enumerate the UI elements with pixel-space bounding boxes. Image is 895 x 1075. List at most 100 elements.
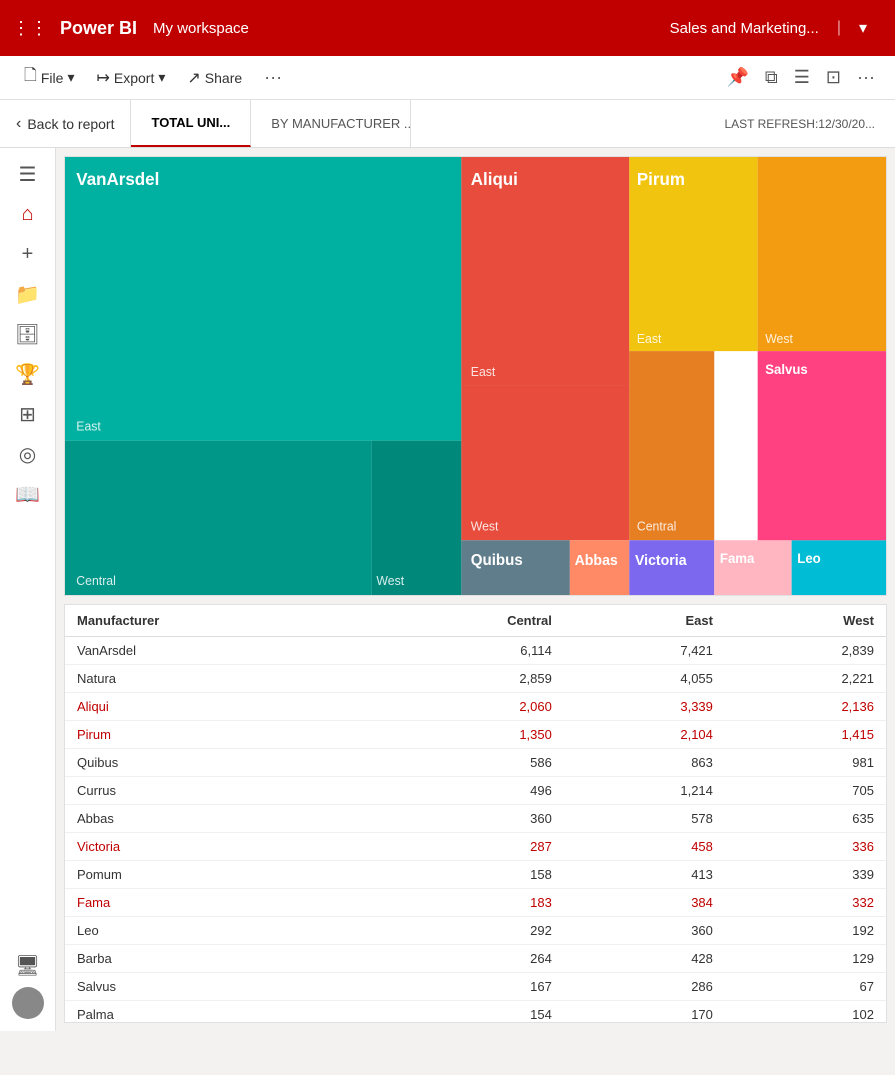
sidebar-hamburger-icon[interactable]: ☰ <box>10 156 46 192</box>
cell-east: 458 <box>564 833 725 861</box>
svg-text:Quibus: Quibus <box>471 552 523 569</box>
sidebar-apps-icon[interactable]: ⊞ <box>10 396 46 432</box>
table-row[interactable]: Pirum 1,350 2,104 1,415 <box>65 721 886 749</box>
sidebar-goals-icon[interactable]: 🏆 <box>10 356 46 392</box>
table-row[interactable]: Quibus 586 863 981 <box>65 749 886 777</box>
share-button[interactable]: ↗ Share <box>179 64 250 92</box>
svg-text:Salvus: Salvus <box>765 362 808 377</box>
tile-vanarsdel-central[interactable] <box>65 441 372 595</box>
title-chevron-icon[interactable]: ▾ <box>859 18 867 38</box>
cell-west: 2,221 <box>725 665 886 693</box>
cell-east: 360 <box>564 917 725 945</box>
svg-text:Leo: Leo <box>797 551 820 566</box>
cell-east: 1,214 <box>564 777 725 805</box>
tile-salvus[interactable] <box>758 351 886 540</box>
cell-name: VanArsdel <box>65 637 368 665</box>
tab-by-manufacturer[interactable]: BY MANUFACTURER ... <box>251 100 411 147</box>
svg-text:Fama: Fama <box>720 551 755 566</box>
cell-name: Aliqui <box>65 693 368 721</box>
table-row[interactable]: Abbas 360 578 635 <box>65 805 886 833</box>
cell-name: Fama <box>65 889 368 917</box>
sidebar-data-icon[interactable]: 🗄 <box>10 316 46 352</box>
svg-text:Pirum: Pirum <box>637 168 685 189</box>
file-chevron-icon: ▾ <box>67 69 74 86</box>
sidebar-browse-icon[interactable]: 📁 <box>10 276 46 312</box>
cell-west: 2,839 <box>725 637 886 665</box>
col-header-east: East <box>564 605 725 637</box>
cell-central: 287 <box>368 833 564 861</box>
table-row[interactable]: Fama 183 384 332 <box>65 889 886 917</box>
cell-name: Currus <box>65 777 368 805</box>
tile-pirum-west[interactable] <box>758 157 886 351</box>
toolbar-more-icon[interactable]: ··· <box>853 63 879 92</box>
table-row[interactable]: Pomum 158 413 339 <box>65 861 886 889</box>
tile-vanarsdel-east[interactable] <box>65 157 461 441</box>
sidebar-monitor-icon[interactable]: 🖥 <box>10 947 46 983</box>
tab-total-uni[interactable]: TOTAL UNI... <box>131 100 251 147</box>
filter-icon[interactable]: ☰ <box>790 63 814 92</box>
cell-name: Pomum <box>65 861 368 889</box>
cell-west: 1,415 <box>725 721 886 749</box>
svg-text:Abbas: Abbas <box>575 553 618 569</box>
sidebar-explore-icon[interactable]: ◎ <box>10 436 46 472</box>
back-to-report-button[interactable]: ‹ Back to report <box>0 100 131 147</box>
table-row[interactable]: Victoria 287 458 336 <box>65 833 886 861</box>
svg-text:East: East <box>76 419 101 433</box>
grid-icon[interactable]: ⋮⋮ <box>12 18 48 39</box>
tile-pirum-central[interactable] <box>629 351 714 540</box>
cell-central: 292 <box>368 917 564 945</box>
cell-west: 332 <box>725 889 886 917</box>
cell-central: 167 <box>368 973 564 1001</box>
more-options-button[interactable]: ··· <box>256 63 290 92</box>
workspace-label[interactable]: My workspace <box>153 20 249 37</box>
tile-vanarsdel-west[interactable] <box>372 441 462 595</box>
table-row[interactable]: Barba 264 428 129 <box>65 945 886 973</box>
cell-east: 578 <box>564 805 725 833</box>
tile-fama[interactable] <box>714 540 791 595</box>
table-row[interactable]: Palma 154 170 102 <box>65 1001 886 1024</box>
table-row[interactable]: Salvus 167 286 67 <box>65 973 886 1001</box>
table-row[interactable]: Currus 496 1,214 705 <box>65 777 886 805</box>
cell-central: 360 <box>368 805 564 833</box>
avatar[interactable] <box>12 987 44 1019</box>
cell-east: 3,339 <box>564 693 725 721</box>
export-button[interactable]: ↦ Export ▾ <box>88 64 173 92</box>
sidebar-learn-icon[interactable]: 📖 <box>10 476 46 512</box>
cell-east: 7,421 <box>564 637 725 665</box>
cell-name: Palma <box>65 1001 368 1024</box>
table-row[interactable]: Leo 292 360 192 <box>65 917 886 945</box>
left-sidebar: ☰ ⌂ + 📁 🗄 🏆 ⊞ ◎ 📖 🖥 <box>0 148 56 1031</box>
cell-name: Salvus <box>65 973 368 1001</box>
table-row[interactable]: VanArsdel 6,114 7,421 2,839 <box>65 637 886 665</box>
pin-icon[interactable]: 📌 <box>723 63 753 92</box>
cell-name: Pirum <box>65 721 368 749</box>
table-row[interactable]: Aliqui 2,060 3,339 2,136 <box>65 693 886 721</box>
tile-aliqui-west[interactable] <box>461 386 629 540</box>
svg-text:West: West <box>471 519 499 533</box>
cell-name: Natura <box>65 665 368 693</box>
file-button[interactable]: 🗋 File ▾ <box>16 60 82 95</box>
sidebar-home-icon[interactable]: ⌂ <box>10 196 46 232</box>
cell-west: 635 <box>725 805 886 833</box>
cell-west: 129 <box>725 945 886 973</box>
cell-east: 2,104 <box>564 721 725 749</box>
sidebar-add-icon[interactable]: + <box>10 236 46 272</box>
cell-central: 264 <box>368 945 564 973</box>
cell-central: 6,114 <box>368 637 564 665</box>
cell-name: Leo <box>65 917 368 945</box>
svg-text:Central: Central <box>637 519 677 533</box>
share-icon: ↗ <box>187 68 200 88</box>
tile-aliqui-east[interactable] <box>461 157 629 386</box>
cell-central: 183 <box>368 889 564 917</box>
treemap-visual: VanArsdel East Central West Natura East … <box>64 156 887 596</box>
duplicate-icon[interactable]: ⧉ <box>761 63 782 92</box>
cell-west: 336 <box>725 833 886 861</box>
table-row[interactable]: Natura 2,859 4,055 2,221 <box>65 665 886 693</box>
cell-central: 2,060 <box>368 693 564 721</box>
cell-central: 2,859 <box>368 665 564 693</box>
svg-text:Victoria: Victoria <box>635 553 687 569</box>
focus-icon[interactable]: ⊡ <box>822 63 845 92</box>
cell-west: 339 <box>725 861 886 889</box>
svg-text:Aliqui: Aliqui <box>471 168 518 189</box>
tile-leo[interactable] <box>792 540 886 595</box>
